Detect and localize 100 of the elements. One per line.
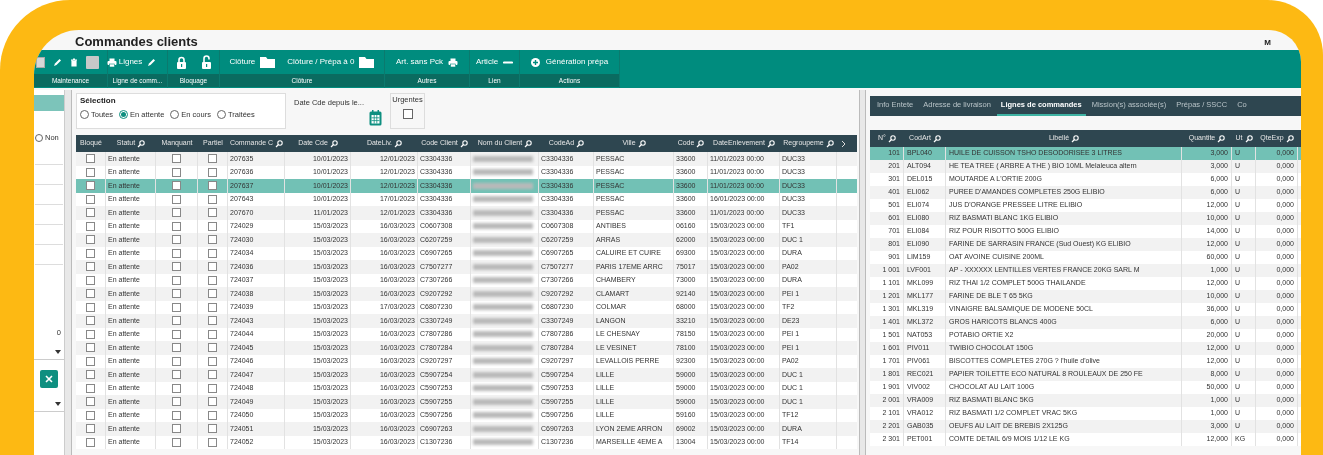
new-button[interactable] [36, 56, 45, 68]
chevron-right-icon [841, 139, 846, 148]
checkbox[interactable] [86, 181, 95, 191]
checkbox[interactable] [172, 275, 181, 285]
checkbox[interactable] [208, 275, 217, 285]
checkbox[interactable] [208, 167, 217, 177]
delete-button[interactable] [70, 57, 78, 67]
checkbox[interactable] [86, 167, 95, 177]
print-button[interactable]: Art. sans Pck [395, 56, 459, 68]
checkbox[interactable] [86, 262, 95, 272]
checkbox[interactable] [86, 397, 95, 407]
checkbox[interactable] [172, 262, 181, 272]
search-icon [576, 139, 585, 148]
calendar-button[interactable] [369, 110, 382, 127]
lock-button[interactable] [175, 55, 187, 69]
urgent-checkbox[interactable] [402, 109, 413, 120]
checkbox[interactable] [86, 208, 95, 218]
checkbox[interactable] [172, 302, 181, 312]
selection-title: Sélection [80, 95, 117, 107]
close-order-button[interactable]: Clôture [229, 56, 276, 68]
checkbox[interactable] [172, 397, 181, 407]
blurred-text [473, 331, 533, 338]
checkbox[interactable] [172, 289, 181, 299]
splitter-handle[interactable] [859, 90, 866, 455]
checkbox[interactable] [208, 221, 217, 231]
checkbox[interactable] [208, 289, 217, 299]
checkbox[interactable] [172, 316, 181, 326]
checkbox[interactable] [86, 275, 95, 285]
checkbox[interactable] [208, 343, 217, 353]
checkbox[interactable] [172, 370, 181, 380]
search-icon [1071, 134, 1080, 143]
blank-button[interactable] [86, 55, 99, 69]
checkbox[interactable] [172, 343, 181, 353]
checkbox[interactable] [208, 208, 217, 218]
checkbox[interactable] [86, 424, 95, 434]
folder-icon [359, 56, 375, 68]
printer-icon [448, 57, 459, 67]
checkbox[interactable] [208, 397, 217, 407]
checkbox[interactable] [86, 370, 95, 380]
radio-button[interactable] [35, 134, 43, 142]
checkbox[interactable] [86, 383, 95, 393]
checkbox[interactable] [86, 194, 95, 204]
checkbox[interactable] [172, 437, 181, 447]
generate-button[interactable]: Génération prépa [530, 56, 609, 68]
checkbox[interactable] [172, 167, 181, 177]
clear-button[interactable] [40, 370, 58, 389]
checkbox[interactable] [208, 329, 217, 339]
print-button[interactable] [107, 57, 117, 67]
checkbox[interactable] [208, 383, 217, 393]
blurred-text [473, 155, 533, 162]
unlock-button[interactable] [200, 55, 212, 69]
checkbox[interactable] [86, 154, 95, 164]
checkbox[interactable] [172, 424, 181, 434]
checkbox[interactable] [208, 356, 217, 366]
checkbox[interactable] [208, 302, 217, 312]
close-icon [45, 375, 53, 384]
checkbox[interactable] [208, 248, 217, 258]
lines-button[interactable]: Lignes [118, 56, 157, 68]
checkbox[interactable] [86, 356, 95, 366]
checkbox[interactable] [208, 424, 217, 434]
checkbox[interactable] [172, 181, 181, 191]
checkbox[interactable] [172, 154, 181, 164]
checkbox[interactable] [172, 383, 181, 393]
search-icon [329, 139, 338, 148]
checkbox[interactable] [208, 194, 217, 204]
checkbox[interactable] [172, 410, 181, 420]
checkbox[interactable] [86, 289, 95, 299]
checkbox[interactable] [208, 154, 217, 164]
checkbox[interactable] [208, 316, 217, 326]
checkbox[interactable] [86, 410, 95, 420]
checkbox[interactable] [172, 194, 181, 204]
caret-down-icon [55, 349, 61, 354]
checkbox[interactable] [172, 329, 181, 339]
checkbox[interactable] [86, 437, 95, 447]
blurred-text [473, 425, 533, 432]
checkbox[interactable] [208, 262, 217, 272]
checkbox[interactable] [172, 356, 181, 366]
checkbox[interactable] [172, 248, 181, 258]
article-link-button[interactable]: Article [475, 56, 514, 68]
checkbox[interactable] [86, 343, 95, 353]
checkbox[interactable] [208, 370, 217, 380]
checkbox[interactable] [86, 221, 95, 231]
checkbox[interactable] [208, 437, 217, 447]
checkbox[interactable] [172, 221, 181, 231]
checkbox[interactable] [86, 248, 95, 258]
checkbox[interactable] [86, 316, 95, 326]
checkbox[interactable] [208, 181, 217, 191]
checkbox[interactable] [172, 235, 181, 245]
checkbox[interactable] [208, 235, 217, 245]
splitter-handle[interactable] [65, 90, 72, 455]
close-order-button[interactable]: Clôture / Prépa à 0 [287, 56, 375, 68]
search-icon [696, 139, 705, 148]
checkbox[interactable] [86, 302, 95, 312]
edit-button[interactable] [53, 57, 62, 67]
checkbox[interactable] [208, 410, 217, 420]
checkbox[interactable] [172, 208, 181, 218]
unlock-icon [200, 55, 212, 69]
checkbox[interactable] [86, 329, 95, 339]
checkbox[interactable] [86, 235, 95, 245]
blurred-text [473, 182, 533, 189]
